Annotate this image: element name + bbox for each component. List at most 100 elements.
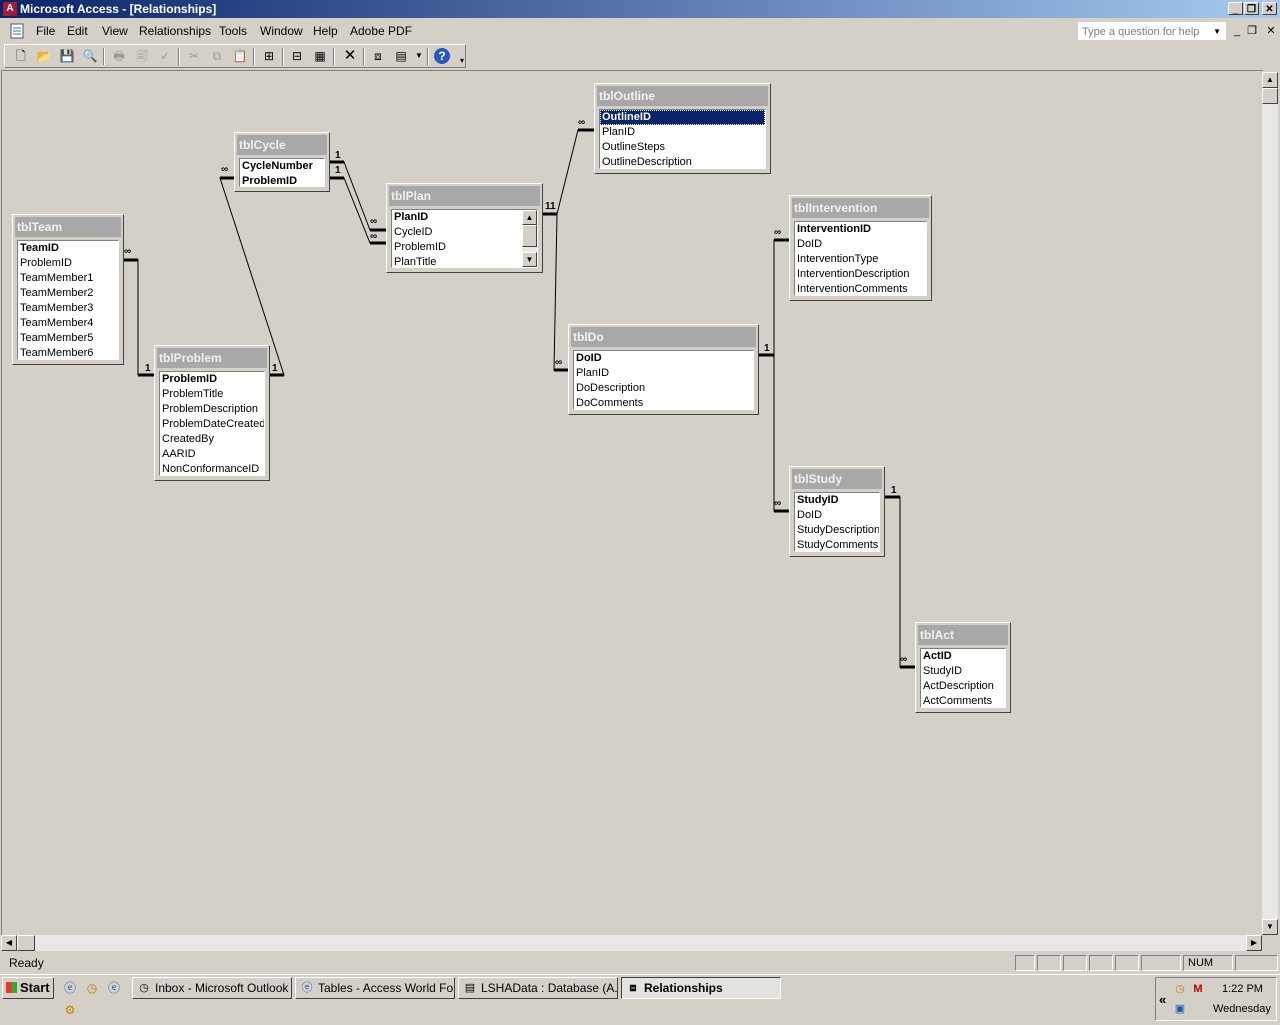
field-list-scrollbar[interactable]: ▲ ▼ [522,210,537,267]
scroll-thumb[interactable] [1262,88,1278,104]
relationship-plan-do[interactable] [543,213,568,372]
scroll-up-icon[interactable]: ▲ [522,210,537,225]
scroll-right-icon[interactable]: ▶ [1246,935,1262,951]
scroll-up-icon[interactable]: ▲ [1262,72,1278,88]
field-item[interactable]: ProblemTitle [160,387,264,402]
field-item[interactable]: TeamMember6 [18,346,118,359]
quicklaunch-icon[interactable]: ⚙ [62,1002,78,1018]
field-item[interactable]: PlanID [392,210,537,225]
field-item[interactable]: PlanID [574,366,753,381]
table-outline[interactable]: tblOutline OutlineID PlanID OutlineSteps… [594,83,771,174]
relationship-do-study[interactable] [773,355,789,513]
table-problem[interactable]: tblProblem ProblemID ProblemTitle Proble… [154,345,270,481]
table-title[interactable]: tblPlan [389,186,540,206]
field-item[interactable]: AARID [160,447,264,462]
field-item[interactable]: TeamMember2 [18,286,118,301]
field-item[interactable]: PlanID [600,125,765,140]
field-item[interactable]: StudyDescription [795,523,879,538]
table-do[interactable]: tblDo DoID PlanID DoDescription DoCommen… [568,324,759,415]
field-item[interactable]: ProblemID [160,372,264,387]
field-item[interactable]: TeamMember4 [18,316,118,331]
scroll-thumb[interactable] [17,935,35,951]
field-item[interactable]: ProblemID [240,174,324,186]
field-list[interactable]: PlanID CycleID ProblemID PlanTitle ▲ ▼ [391,209,538,268]
relationship-team-problem[interactable] [124,258,154,377]
table-title[interactable]: tblAct [918,625,1008,645]
task-database[interactable]: ▤ LSHAData : Database (A... [458,977,618,999]
field-item[interactable]: ProblemID [18,256,118,271]
field-item[interactable]: DoID [795,237,926,252]
field-item[interactable]: StudyComments [795,538,879,551]
ie-icon[interactable]: ⓔ [62,980,78,996]
field-item[interactable]: NonConformanceID [160,462,264,475]
field-item[interactable]: OutlineSteps [600,140,765,155]
field-item[interactable]: ProblemID [392,240,537,255]
field-list[interactable]: StudyID DoID StudyDescription StudyComme… [794,492,880,552]
horizontal-scrollbar[interactable]: ◀ ▶ [1,935,1262,951]
field-item[interactable]: ActDescription [921,679,1005,694]
field-list[interactable]: CycleNumber ProblemID [239,158,325,187]
field-item[interactable]: ProblemDateCreated [160,417,264,432]
field-item[interactable]: DoID [795,508,879,523]
field-item[interactable]: ProblemDescription [160,402,264,417]
outlook-icon[interactable]: ◷ [84,980,100,996]
table-cycle[interactable]: tblCycle CycleNumber ProblemID [234,132,330,192]
field-item[interactable]: DoID [574,351,753,366]
field-list[interactable]: OutlineID PlanID OutlineSteps OutlineDes… [599,109,766,169]
start-button[interactable]: Start [2,977,54,999]
scroll-left-icon[interactable]: ◀ [1,935,17,951]
relationship-study-act[interactable] [885,495,915,669]
field-item[interactable]: InterventionDescription [795,267,926,282]
field-list[interactable]: ProblemID ProblemTitle ProblemDescriptio… [159,371,265,476]
field-item[interactable]: StudyID [795,493,879,508]
field-list[interactable]: DoID PlanID DoDescription DoComments [573,350,754,410]
table-title[interactable]: tblOutline [597,86,768,106]
scroll-down-icon[interactable]: ▼ [1262,919,1278,935]
field-item-selected[interactable]: OutlineID [600,110,765,125]
field-item[interactable]: InterventionComments [795,282,926,295]
table-team[interactable]: tblTeam TeamID ProblemID TeamMember1 Tea… [12,214,124,365]
field-item[interactable]: StudyID [921,664,1005,679]
field-item[interactable]: TeamMember3 [18,301,118,316]
field-list[interactable]: TeamID ProblemID TeamMember1 TeamMember2… [17,240,119,360]
app-tray-icon[interactable]: M [1191,982,1205,996]
task-relationships[interactable]: ⧈ Relationships [621,977,781,999]
field-item[interactable]: CreatedBy [160,432,264,447]
field-item[interactable]: TeamMember5 [18,331,118,346]
task-browser[interactable]: ⓔ Tables - Access World Fo... [295,977,455,999]
scroll-down-icon[interactable]: ▼ [522,252,537,267]
field-item[interactable]: DoComments [574,396,753,409]
field-item[interactable]: CycleID [392,225,537,240]
clock-time[interactable]: 1:22 PM [1222,983,1263,995]
field-item[interactable]: PlanTitle [392,255,537,267]
field-item[interactable]: TeamMember1 [18,271,118,286]
field-item[interactable]: OutlineDescription [600,155,765,168]
task-outlook[interactable]: ◷ Inbox - Microsoft Outlook [132,977,292,999]
table-act[interactable]: tblAct ActID StudyID ActDescription ActC… [915,622,1011,713]
field-item[interactable]: DoDescription [574,381,753,396]
table-study[interactable]: tblStudy StudyID DoID StudyDescription S… [789,466,885,557]
field-item[interactable]: CycleNumber [240,159,324,174]
table-title[interactable]: tblDo [571,327,756,347]
field-item[interactable]: ActID [921,649,1005,664]
network-icon[interactable]: ▣ [1173,1002,1187,1016]
field-list[interactable]: ActID StudyID ActDescription ActComments [920,648,1006,708]
table-title[interactable]: tblCycle [237,135,327,155]
outlook-tray-icon[interactable]: ◷ [1173,982,1187,996]
table-title[interactable]: tblIntervention [792,198,929,218]
field-list[interactable]: InterventionID DoID InterventionType Int… [794,221,927,296]
field-item[interactable]: ActComments [921,694,1005,707]
field-item[interactable]: InterventionType [795,252,926,267]
table-plan[interactable]: tblPlan PlanID CycleID ProblemID PlanTit… [386,183,543,273]
table-intervention[interactable]: tblIntervention InterventionID DoID Inte… [789,195,932,301]
table-title[interactable]: tblProblem [157,348,267,368]
chevron-left-icon[interactable]: « [1159,992,1166,1007]
table-title[interactable]: tblStudy [792,469,882,489]
table-title[interactable]: tblTeam [15,217,121,237]
browser-icon[interactable]: ⓔ [106,980,122,996]
field-item[interactable]: InterventionID [795,222,926,237]
relationship-do-intervention[interactable] [759,238,789,357]
scroll-thumb[interactable] [522,225,537,247]
field-item[interactable]: TeamID [18,241,118,256]
vertical-scrollbar[interactable]: ▲ ▼ [1262,72,1278,935]
